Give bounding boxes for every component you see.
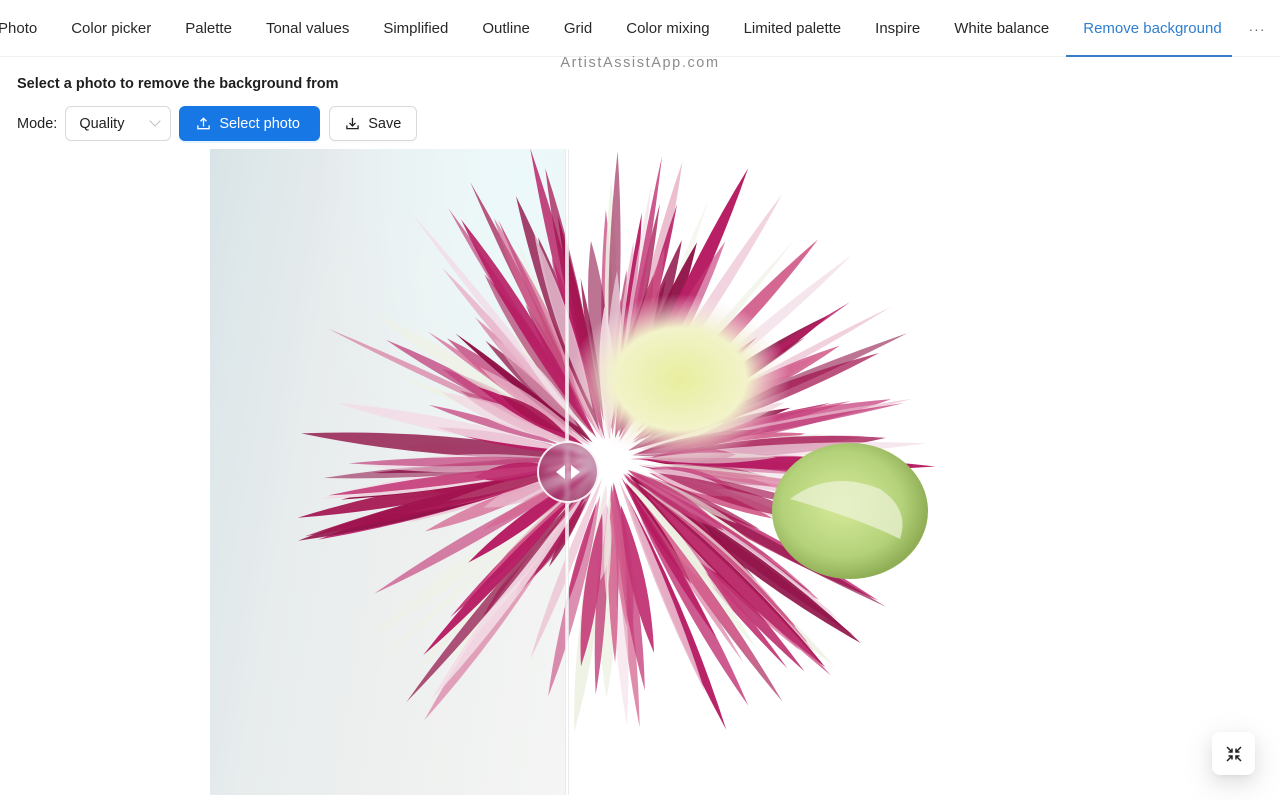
- image-compare-viewer[interactable]: [210, 149, 1000, 795]
- tab-limited-palette[interactable]: Limited palette: [744, 0, 842, 57]
- toolbar: Mode: Quality Select photo Save: [17, 106, 418, 141]
- upload-icon: [197, 117, 211, 130]
- tabs-list: Photo Color picker Palette Tonal values …: [0, 0, 1232, 57]
- flower-center: [570, 294, 790, 464]
- tab-color-mixing[interactable]: Color mixing: [626, 0, 709, 57]
- page-title: Select a photo to remove the background …: [17, 76, 339, 92]
- save-label: Save: [368, 115, 402, 132]
- chevron-down-icon: [149, 115, 161, 127]
- tab-tonal-values[interactable]: Tonal values: [266, 0, 349, 57]
- exit-fullscreen-button[interactable]: [1212, 732, 1255, 775]
- tab-photo[interactable]: Photo: [0, 0, 37, 57]
- select-photo-button[interactable]: Select photo: [179, 106, 321, 141]
- mode-select[interactable]: Quality: [65, 106, 172, 141]
- tabs-bar: Photo Color picker Palette Tonal values …: [0, 0, 1280, 57]
- select-photo-label: Select photo: [219, 115, 300, 132]
- tab-grid[interactable]: Grid: [564, 0, 592, 57]
- flower-image: [297, 149, 936, 733]
- tab-simplified[interactable]: Simplified: [383, 0, 448, 57]
- tab-remove-background[interactable]: Remove background: [1066, 0, 1232, 57]
- tab-outline[interactable]: Outline: [482, 0, 530, 57]
- tab-palette[interactable]: Palette: [185, 0, 232, 57]
- download-icon: [346, 117, 360, 130]
- tab-color-picker[interactable]: Color picker: [71, 0, 151, 57]
- mode-select-value: Quality: [79, 115, 125, 132]
- tabs-scroll: Photo Color picker Palette Tonal values …: [0, 0, 1232, 57]
- compare-divider-handle[interactable]: [537, 441, 599, 503]
- tab-white-balance[interactable]: White balance: [954, 0, 1049, 57]
- watermark: ArtistAssistApp.com: [560, 55, 720, 71]
- fullscreen-exit-icon: [1225, 745, 1242, 762]
- left-right-arrows-icon: [556, 465, 580, 479]
- tab-inspire[interactable]: Inspire: [875, 0, 920, 57]
- more-tabs-button[interactable]: ···: [1240, 0, 1274, 57]
- save-button[interactable]: Save: [329, 106, 418, 141]
- mode-label: Mode:: [17, 115, 58, 132]
